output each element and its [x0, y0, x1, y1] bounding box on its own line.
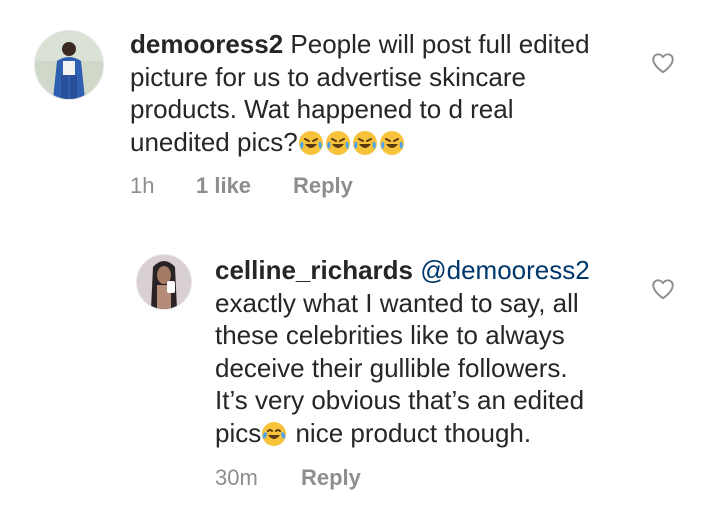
- reply-text-tail: nice product though.: [288, 417, 532, 448]
- comment-timestamp: 1h: [130, 173, 155, 198]
- reply-text-line: It’s very obvious that’s an edited: [215, 385, 585, 415]
- heart-outline-icon[interactable]: [650, 276, 676, 302]
- like-count[interactable]: 1 like: [196, 173, 293, 199]
- joy-emoji: [262, 421, 287, 446]
- comment-username[interactable]: demooress2: [130, 29, 283, 59]
- rofl-emoji: [325, 130, 350, 155]
- comment-text-line: People will post full edited: [290, 29, 590, 59]
- mention-link[interactable]: @demooress2: [420, 255, 589, 285]
- comment-meta: 1h 1 like Reply: [130, 173, 353, 199]
- comment-text-line: products. Wat happened to d real: [130, 94, 514, 124]
- avatar[interactable]: [34, 30, 104, 100]
- reply-body: celline_richards @demooress2 exactly wha…: [215, 254, 655, 449]
- rofl-emoji: [352, 130, 377, 155]
- reply-meta: 30m Reply: [215, 465, 361, 491]
- reply-text-line: pics: [215, 417, 262, 448]
- rofl-emoji: [379, 130, 404, 155]
- reply-button[interactable]: Reply: [301, 465, 361, 491]
- comment-body: demooress2 People will post full edited …: [130, 28, 650, 158]
- reply-timestamp: 30m: [215, 465, 258, 490]
- comment-text-line: picture for us to advertise skincare: [130, 61, 526, 92]
- reply-button[interactable]: Reply: [293, 173, 353, 199]
- reply-text-line: deceive their gullible followers.: [215, 352, 568, 383]
- heart-outline-icon[interactable]: [650, 50, 676, 76]
- reply-text-line: exactly what I wanted to say, all: [215, 287, 579, 318]
- reply-text-line: these celebrities like to always: [215, 320, 565, 350]
- reply-username[interactable]: celline_richards: [215, 255, 413, 285]
- comment-text-line: unedited pics?: [130, 126, 298, 157]
- avatar[interactable]: [136, 254, 192, 310]
- rofl-emoji: [298, 130, 323, 155]
